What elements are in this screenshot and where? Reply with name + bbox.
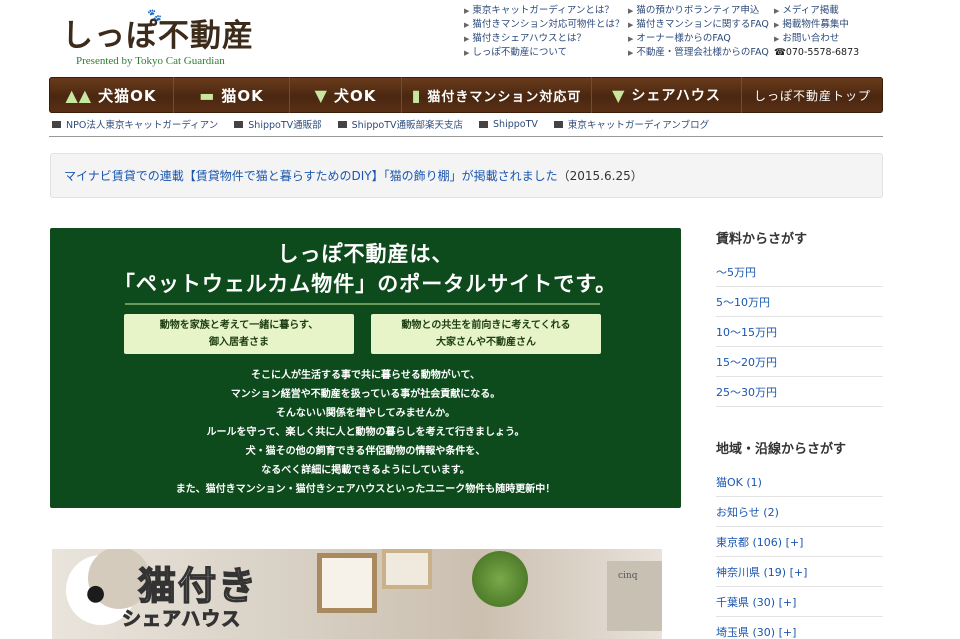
sub-nav-link[interactable]: 東京キャットガーディアンブログ	[553, 117, 709, 131]
hero-divider	[125, 303, 600, 305]
phone-number: ☎070-5578-6873	[774, 47, 860, 58]
area-link[interactable]: 埼玉県 (30) [+]	[716, 617, 883, 639]
arrow-right-icon: ▶	[464, 35, 470, 43]
hero-title-line-1: しっぽ不動産は、	[277, 242, 454, 266]
share-house-banner[interactable]: cinq ● 猫付き シェアハウス	[52, 549, 662, 639]
paw-icon: 🐾	[147, 8, 162, 22]
rent-link[interactable]: 〜5万円	[716, 257, 883, 287]
arrow-right-icon: ▶	[628, 49, 634, 57]
news-date: （2015.6.25）	[557, 169, 643, 183]
main-nav: ▲▲ 犬猫OK ▬ 猫OK ▼ 犬OK ▮ 猫付きマンション対応可 ▼ シェアハウス しっ…	[49, 77, 883, 113]
sub-nav-link[interactable]: ShippoTV	[479, 117, 538, 131]
area-link[interactable]: 神奈川県 (19) [+]	[716, 557, 883, 587]
rent-list: 〜5万円 5〜10万円 10〜15万円 15〜20万円 25〜30万円	[716, 257, 883, 407]
rent-link[interactable]: 5〜10万円	[716, 287, 883, 317]
nav-item-home[interactable]: しっぽ不動産トップ	[742, 77, 883, 113]
header-link[interactable]: ▶ 不動産・管理会社様からのFAQ	[628, 46, 769, 60]
header-link[interactable]: ▶ 猫付きシェアハウスとは？	[464, 32, 624, 46]
sub-nav-link[interactable]: NPO法人東京キャットガーディアン	[52, 117, 218, 131]
sub-nav-link[interactable]: ShippoTV通販部楽天支店	[337, 117, 463, 131]
sub-nav-link[interactable]: ShippoTV通販部	[234, 117, 322, 131]
banner-subtitle: シェアハウス	[121, 608, 242, 631]
arrow-right-icon: ▶	[628, 7, 634, 15]
window-icon	[234, 120, 244, 128]
photo-frame	[382, 549, 432, 589]
header-links-col-2: ▶ 猫の預かりボランティア申込 ▶ 猫付きマンションに関するFAQ ▶ オーナー様から…	[628, 4, 769, 60]
arrow-right-icon: ▶	[774, 21, 780, 29]
arrow-right-icon: ▶	[628, 21, 634, 29]
cat-icon: ●	[86, 581, 106, 606]
hero-box-owners: 動物との共生を前向きに考えてくれる 大家さんや不動産さん	[371, 314, 601, 354]
area-link[interactable]: お知らせ (2)	[716, 497, 883, 527]
nav-item-dog-cat-ok[interactable]: ▲▲ 犬猫OK	[49, 77, 174, 113]
header-links-col-3: ▶ メディア掲載 ▶ 掲載物件募集中 ▶ お問い合わせ ☎070-5578-6873	[774, 4, 859, 60]
header-link[interactable]: ▶ 猫付きマンションに関するFAQ	[628, 18, 769, 32]
area-link[interactable]: 東京都 (106) [+]	[716, 527, 883, 557]
hero-banner: しっぽ不動産は、 「ペットウェルカム物件」のポータルサイトです。 動物を家族と考…	[50, 228, 681, 508]
sidebar-rent: 賃料からさがす 〜5万円 5〜10万円 10〜15万円 15〜20万円 25〜3…	[716, 228, 883, 407]
area-list: 猫OK (1) お知らせ (2) 東京都 (106) [+] 神奈川県 (19)…	[716, 467, 883, 639]
nav-item-dog-ok[interactable]: ▼ 犬OK	[290, 77, 402, 113]
cat-icon: ▬	[199, 85, 216, 105]
photo-frame	[317, 553, 377, 613]
cat-sitting-icon: ▮	[411, 85, 422, 105]
header-link[interactable]: ▶ お問い合わせ	[774, 32, 859, 46]
dog-cat-icon: ▲▲	[65, 85, 93, 105]
window-icon	[52, 120, 61, 128]
arrow-right-icon: ▶	[464, 21, 470, 29]
rent-link[interactable]: 10〜15万円	[716, 317, 883, 347]
banner-title: 猫付き	[137, 563, 259, 609]
hero-title-line-2: 「ペットウェルカム物件」のポータルサイトです。	[113, 272, 618, 296]
area-link[interactable]: 千葉県 (30) [+]	[716, 587, 883, 617]
window-icon	[337, 120, 347, 128]
header-links-col-1: ▶ 東京キャットガーディアンとは？ ▶ 猫付きマンション対応可物件とは？ ▶ 猫付きシ…	[464, 4, 624, 60]
rent-link[interactable]: 25〜30万円	[716, 377, 883, 407]
arrow-right-icon: ▶	[628, 35, 634, 43]
divider	[49, 136, 883, 137]
cat-share-icon: ▼	[612, 85, 626, 105]
header-link[interactable]: ▶ しっぽ不動産について	[464, 46, 624, 60]
logo-tagline: Presented by Tokyo Cat Guardian	[76, 55, 225, 67]
hero-body-text: そこに人が生活する事で共に暮らせる動物がいて、 マンション経営や不動産を扱ってい…	[175, 370, 556, 495]
header-link[interactable]: ▶ 掲載物件募集中	[774, 18, 859, 32]
area-link[interactable]: 猫OK (1)	[716, 467, 883, 497]
box-label: cinq	[618, 571, 638, 581]
sidebar-heading: 地域・沿線からさがす	[716, 442, 847, 457]
sidebar-area: 地域・沿線からさがす 猫OK (1) お知らせ (2) 東京都 (106) [+…	[716, 438, 883, 639]
window-icon	[553, 120, 563, 128]
header-link[interactable]: ▶ 東京キャットガーディアンとは？	[464, 4, 624, 18]
news-box: マイナビ賃貸での連載【賃貸物件で猫と暮らすためのDIY】「猫の飾り棚」が掲載され…	[50, 153, 883, 198]
arrow-right-icon: ▶	[464, 49, 470, 57]
nav-item-cat-mansion[interactable]: ▮ 猫付きマンション対応可	[402, 77, 592, 113]
hero-box-residents: 動物を家族と考えて一緒に暮らす、 御入居者さま	[124, 314, 354, 354]
header-link[interactable]: ▶ 猫の預かりボランティア申込	[628, 4, 769, 18]
arrow-right-icon: ▶	[774, 35, 780, 43]
sidebar-heading: 賃料からさがす	[716, 232, 808, 247]
header-link[interactable]: ▶ オーナー様からのFAQ	[628, 32, 769, 46]
window-icon	[479, 120, 489, 128]
header-link[interactable]: ▶ 猫付きマンション対応可物件とは？	[464, 18, 624, 32]
arrow-right-icon: ▶	[774, 7, 780, 15]
sub-nav: NPO法人東京キャットガーディアン ShippoTV通販部 ShippoTV通販…	[52, 117, 725, 131]
plant-image	[472, 551, 528, 607]
nav-item-cat-ok[interactable]: ▬ 猫OK	[174, 77, 290, 113]
header-link[interactable]: ▶ メディア掲載	[774, 4, 859, 18]
dog-icon: ▼	[314, 85, 328, 105]
rent-link[interactable]: 15〜20万円	[716, 347, 883, 377]
news-link[interactable]: マイナビ賃貸での連載【賃貸物件で猫と暮らすためのDIY】「猫の飾り棚」が掲載され…	[64, 167, 558, 184]
nav-item-share-house[interactable]: ▼ シェアハウス	[592, 77, 742, 113]
arrow-right-icon: ▶	[464, 7, 470, 15]
site-logo[interactable]: しっぽ不動産 🐾 Presented by Tokyo Cat Guardian	[62, 8, 282, 68]
